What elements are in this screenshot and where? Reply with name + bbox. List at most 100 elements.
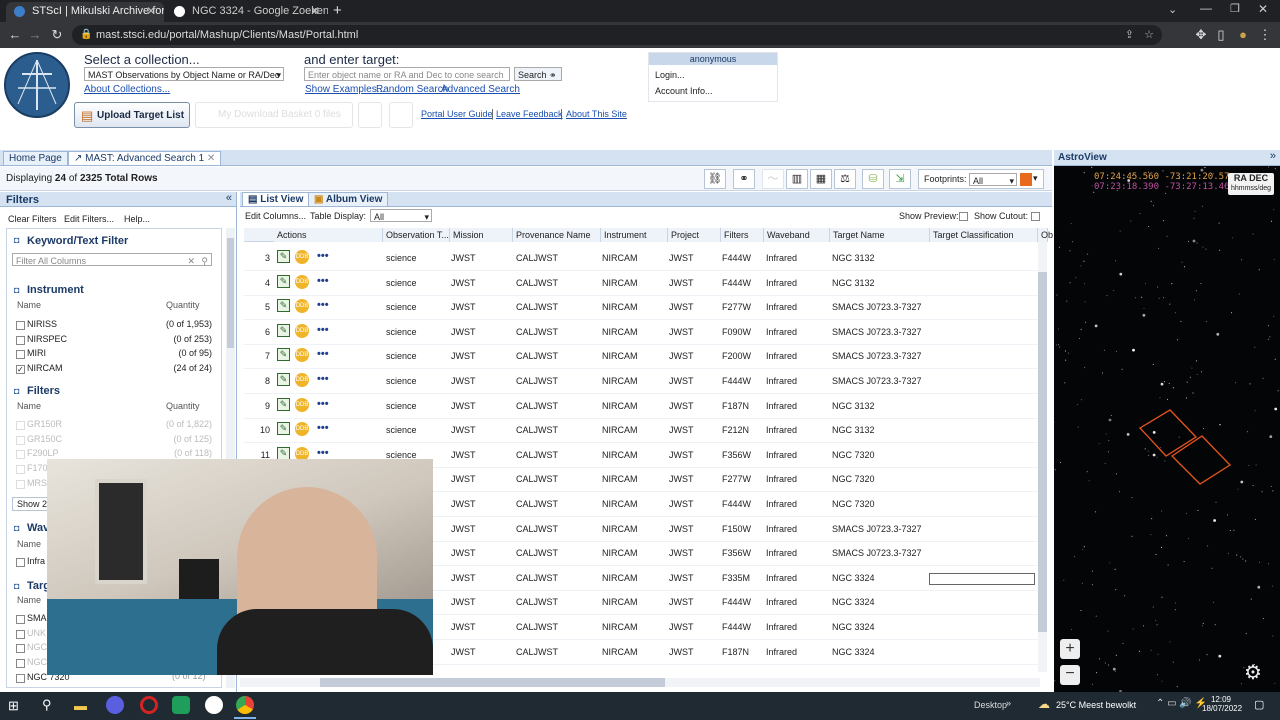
close-tab-icon[interactable]: ✕ [310,2,320,20]
login-link[interactable]: Login... [655,70,685,80]
chevron-right-icon[interactable]: » [1006,698,1011,708]
app-icon[interactable] [172,696,190,714]
random-search-link[interactable]: Random Search [376,84,448,95]
column-header[interactable]: Target Classification [930,228,1038,242]
edit-record-icon[interactable]: ✎ [277,274,290,288]
target-checkbox[interactable] [16,629,25,639]
show-cutout-checkbox[interactable] [1031,212,1040,221]
more-actions-icon[interactable]: ••• [317,324,329,336]
discord-icon[interactable] [106,696,124,714]
basket-action-button-2[interactable] [389,102,413,128]
zoom-in-button[interactable]: + [1060,639,1080,659]
chevron-down-icon[interactable]: ▾ [1033,173,1038,184]
tab-home-page[interactable]: Home Page [3,151,68,165]
compare-icon[interactable]: ⚖ [834,169,856,189]
extensions-icon[interactable]: ✥ [1192,25,1210,45]
edit-record-icon[interactable]: ✎ [277,299,290,313]
file-explorer-icon[interactable]: ▬ [74,698,87,713]
column-header[interactable]: Filters [721,228,764,242]
upload-target-list-button[interactable]: ▤ Upload Target List [74,102,190,128]
edit-record-icon[interactable]: ✎ [277,422,290,436]
collapse-panel-icon[interactable]: « [226,192,232,204]
list-view-tab[interactable]: ▤ List View [242,192,310,206]
filter-checkbox[interactable] [16,465,25,475]
table-row[interactable] [244,395,1038,419]
collapse-icon[interactable]: ◘ [14,581,19,591]
back-icon[interactable]: ← [6,25,24,45]
help-button[interactable]: Help... [124,214,150,224]
scrollbar-thumb[interactable] [320,678,665,687]
link-chain-icon[interactable]: ⛓ [704,169,726,189]
reload-icon[interactable]: ↻ [48,25,66,45]
instrument-checkbox[interactable] [16,335,25,345]
share-icon[interactable]: ⇪ [1125,25,1134,45]
leave-feedback-link[interactable]: Leave Feedback [496,109,563,119]
collection-select[interactable]: MAST Observations by Object Name or RA/D… [84,67,284,81]
table-display-select[interactable]: All ▾ [370,209,432,222]
search-button[interactable]: Search ⚭ [514,67,562,81]
column-header[interactable]: Instrument [601,228,668,242]
collapse-icon[interactable]: ◘ [14,285,19,295]
edit-record-icon[interactable]: ✎ [277,373,290,386]
chrome-icon[interactable] [236,696,254,714]
app-icon-2[interactable] [205,696,223,714]
new-tab-icon[interactable]: + [333,2,342,19]
restore-icon[interactable]: ❐ [1230,2,1240,15]
search-icon[interactable]: ⚲ [42,697,52,713]
show-examples-link[interactable]: Show Examples... [305,84,385,95]
caom-details-icon[interactable]: DDB [295,373,309,387]
clock[interactable]: 12:09 18/07/2022 [1202,695,1242,713]
grid-vertical-scrollbar[interactable] [1038,242,1047,672]
clear-filters-button[interactable]: Clear Filters [8,214,57,224]
instrument-checkbox[interactable] [16,350,25,360]
footprints-select[interactable]: All ▾ [969,173,1017,186]
collapse-icon[interactable]: ◘ [14,523,19,533]
waveband-checkbox[interactable] [16,558,25,567]
table-icon[interactable]: ▦ [810,169,832,189]
target-checkbox[interactable] [16,659,25,669]
edit-record-icon[interactable]: ✎ [277,446,290,460]
cell-editor-box[interactable] [929,573,1035,585]
target-checkbox[interactable] [16,673,25,683]
filter-checkbox[interactable] [16,479,25,489]
collapse-icon[interactable]: ◘ [14,386,19,396]
instrument-checkbox[interactable] [16,321,25,330]
chart-icon[interactable]: 〜 [762,169,784,189]
bookmark-star-icon[interactable]: ☆ [1144,25,1154,45]
basket-add-icon[interactable]: ⛁ [862,169,884,189]
grid-horizontal-scrollbar[interactable] [240,678,1040,687]
tray-icons[interactable]: ⌃ ▭ 🔊 ⚡ [1156,698,1207,709]
column-header[interactable]: Project [668,228,721,242]
column-header[interactable]: Target Name [830,228,930,242]
columns-icon[interactable]: ▥ [786,169,808,189]
filter-checkbox[interactable] [16,450,25,460]
caom-details-icon[interactable]: DDB [295,397,309,412]
column-header[interactable]: Mission [450,228,513,242]
sidebar-icon[interactable]: ▯ [1212,25,1230,45]
search-icon[interactable]: ⚲ [201,254,208,268]
instrument-checkbox[interactable]: ✓ [16,365,25,375]
edit-columns-button[interactable]: Edit Columns... [245,211,306,221]
album-view-tab[interactable]: ▣ Album View [308,192,389,206]
edit-record-icon[interactable]: ✎ [277,250,290,263]
close-tab-icon[interactable]: ✕ [146,2,156,20]
basket-action-button[interactable] [358,102,382,128]
more-actions-icon[interactable]: ••• [317,275,329,287]
notification-icon[interactable]: ▢ [1254,698,1264,711]
target-checkbox[interactable] [16,644,25,654]
address-bar[interactable]: 🔒 mast.stsci.edu/portal/Mashup/Clients/M… [72,25,1162,45]
target-input[interactable]: Enter object name or RA and Dec to cone … [304,67,510,81]
column-header[interactable]: Provenance Name [513,228,601,242]
about-collections-link[interactable]: About Collections... [84,84,170,95]
profile-avatar-icon[interactable]: ● [1234,25,1252,45]
portal-user-guide-link[interactable]: Portal User Guide [421,109,493,119]
tab-advanced-search[interactable]: ↗ MAST: Advanced Search 1 ✕ [68,151,222,165]
minimize-icon[interactable]: — [1200,1,1212,15]
caom-details-icon[interactable]: DDB [295,323,309,338]
keyword-filter-input[interactable]: Filter All Columns ✕ ⚲ [12,253,212,266]
collapse-icon[interactable]: ◘ [14,235,19,245]
more-actions-icon[interactable]: ••• [317,373,329,385]
more-actions-icon[interactable]: ••• [317,348,329,360]
clear-input-icon[interactable]: ✕ [187,254,195,268]
target-checkbox[interactable] [16,615,25,624]
